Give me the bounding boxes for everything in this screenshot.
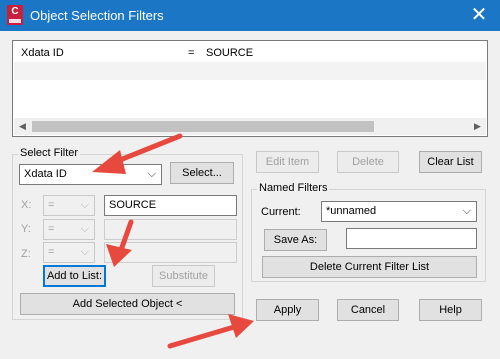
chevron-down-icon: ⌵ bbox=[80, 223, 89, 235]
window-title: Object Selection Filters bbox=[30, 8, 164, 23]
delete-button[interactable]: Delete bbox=[337, 151, 399, 173]
x-operator-dropdown[interactable]: = ⌵ bbox=[43, 195, 95, 216]
substitute-button[interactable]: Substitute bbox=[152, 265, 215, 287]
scrollbar-thumb[interactable] bbox=[32, 121, 374, 132]
chevron-down-icon: ⌵ bbox=[80, 246, 89, 258]
add-selected-object-button[interactable]: Add Selected Object < bbox=[20, 293, 235, 315]
filter-type-dropdown[interactable]: Xdata ID ⌵ bbox=[19, 164, 162, 185]
edit-item-button[interactable]: Edit Item bbox=[256, 151, 319, 173]
app-icon: C bbox=[7, 5, 23, 25]
chevron-down-icon: ⌵ bbox=[80, 199, 89, 211]
filter-operator: = bbox=[188, 47, 195, 59]
current-filter-dropdown[interactable]: *unnamed ⌵ bbox=[321, 201, 477, 222]
save-as-button[interactable]: Save As: bbox=[264, 229, 327, 251]
filter-list-empty-row[interactable] bbox=[14, 62, 486, 80]
save-as-field[interactable] bbox=[346, 228, 477, 249]
select-filter-label: Select Filter bbox=[18, 147, 81, 159]
filter-list-row[interactable]: Xdata ID = SOURCE bbox=[14, 44, 486, 62]
filter-attribute: Xdata ID bbox=[21, 47, 64, 59]
y-operator-dropdown[interactable]: = ⌵ bbox=[43, 219, 95, 240]
x-label: X: bbox=[21, 199, 32, 211]
scroll-left-icon[interactable]: ◀ bbox=[14, 118, 31, 135]
delete-current-filter-list-button[interactable]: Delete Current Filter List bbox=[262, 256, 477, 278]
named-filters-label: Named Filters bbox=[257, 182, 330, 194]
help-button[interactable]: Help bbox=[419, 299, 482, 321]
horizontal-scrollbar[interactable]: ◀ ▶ bbox=[14, 118, 486, 135]
chevron-down-icon: ⌵ bbox=[462, 205, 471, 217]
filter-value: SOURCE bbox=[206, 47, 254, 59]
add-to-list-button[interactable]: Add to List: bbox=[43, 265, 106, 287]
x-value-field[interactable]: SOURCE bbox=[104, 195, 237, 216]
z-label: Z: bbox=[21, 248, 31, 260]
apply-button[interactable]: Apply bbox=[256, 299, 319, 321]
title-bar: C Object Selection Filters ✕ bbox=[0, 0, 500, 31]
current-label: Current: bbox=[261, 206, 301, 218]
select-button[interactable]: Select... bbox=[170, 162, 234, 184]
filter-list[interactable]: Xdata ID = SOURCE ◀ ▶ bbox=[12, 40, 488, 137]
clear-list-button[interactable]: Clear List bbox=[419, 151, 482, 173]
chevron-down-icon: ⌵ bbox=[147, 168, 156, 180]
y-value-field[interactable] bbox=[104, 219, 237, 240]
z-value-field[interactable] bbox=[104, 242, 237, 263]
z-operator-dropdown[interactable]: = ⌵ bbox=[43, 242, 95, 263]
cancel-button[interactable]: Cancel bbox=[337, 299, 399, 321]
scroll-right-icon[interactable]: ▶ bbox=[469, 118, 486, 135]
close-icon[interactable]: ✕ bbox=[466, 3, 492, 27]
y-label: Y: bbox=[21, 223, 31, 235]
